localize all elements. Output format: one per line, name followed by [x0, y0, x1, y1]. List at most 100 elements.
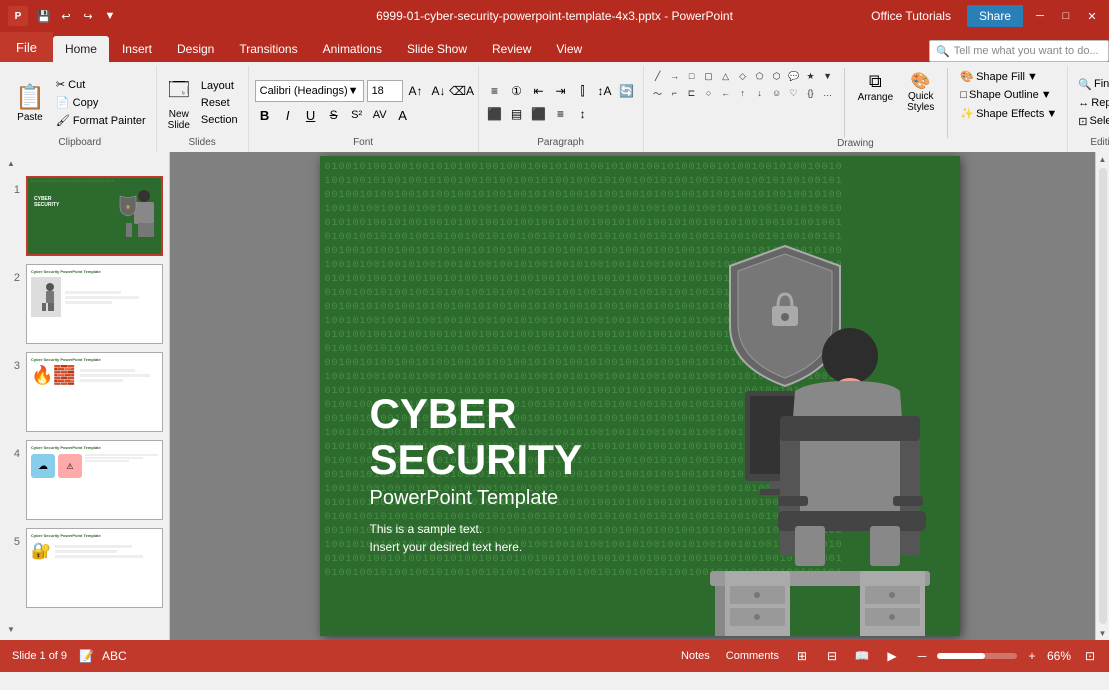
tab-review[interactable]: Review: [480, 36, 543, 62]
slide-thumb-2[interactable]: 2 Cyber Security PowerPoint Template: [4, 262, 165, 346]
shadow-button[interactable]: S²: [347, 105, 367, 125]
cylinder-shape[interactable]: ⊏: [684, 85, 700, 101]
new-slide-button[interactable]: 🗔 New Slide: [163, 72, 195, 134]
clear-format-button[interactable]: ⌫A: [452, 81, 472, 101]
smiley-shape[interactable]: ☺: [769, 85, 785, 101]
callout-shape[interactable]: 💬: [786, 68, 802, 84]
down-arrow-shape[interactable]: ↓: [752, 85, 768, 101]
slide-sorter-button[interactable]: ⊟: [821, 645, 843, 667]
customize-qat-button[interactable]: ▼: [100, 6, 120, 26]
quick-styles-button[interactable]: 🎨 Quick Styles: [902, 68, 939, 116]
curve-shape[interactable]: 〜: [650, 85, 666, 101]
arrange-button[interactable]: ⧉ Arrange: [853, 68, 899, 106]
slide-thumb-5[interactable]: 5 Cyber Security PowerPoint Template 🔐: [4, 526, 165, 610]
paste-button[interactable]: 📋 Paste: [10, 80, 50, 126]
office-tutorials-button[interactable]: Office Tutorials: [863, 7, 959, 25]
zoom-out-button[interactable]: ─: [911, 645, 933, 667]
line-shape[interactable]: ╱: [650, 68, 666, 84]
tab-animations[interactable]: Animations: [311, 36, 394, 62]
font-color-button[interactable]: A: [393, 105, 413, 125]
italic-button[interactable]: I: [278, 105, 298, 125]
elbow-shape[interactable]: ⌐: [667, 85, 683, 101]
up-arrow-shape[interactable]: ↑: [735, 85, 751, 101]
bracket-shape[interactable]: {}: [803, 85, 819, 101]
decrease-indent-button[interactable]: ⇤: [529, 81, 549, 101]
columns-button[interactable]: ⫿: [573, 81, 593, 101]
tab-view[interactable]: View: [544, 36, 594, 62]
zoom-in-button[interactable]: +: [1021, 645, 1043, 667]
star-shape[interactable]: ★: [803, 68, 819, 84]
close-button[interactable]: ✕: [1083, 7, 1101, 25]
rect-shape[interactable]: □: [684, 68, 700, 84]
increase-font-button[interactable]: A↑: [406, 81, 426, 101]
scroll-up-arrow[interactable]: ▲: [1096, 152, 1109, 166]
tab-home[interactable]: Home: [53, 36, 109, 62]
copy-button[interactable]: 📄 Copy: [52, 94, 150, 111]
zoom-slider[interactable]: [937, 653, 1017, 659]
cut-button[interactable]: ✂ Cut: [52, 76, 150, 93]
shape-outline-button[interactable]: □ Shape Outline ▼: [956, 87, 1061, 103]
minimize-button[interactable]: ─: [1031, 7, 1049, 25]
format-painter-button[interactable]: 🖌 Format Painter: [52, 112, 150, 129]
rounded-rect-shape[interactable]: ▢: [701, 68, 717, 84]
slide-thumb-1[interactable]: 1 01001010010010100101001010001001010 CY…: [4, 174, 165, 258]
slide-thumb-4[interactable]: 4 Cyber Security PowerPoint Template ☁ ⚠: [4, 438, 165, 522]
bold-button[interactable]: B: [255, 105, 275, 125]
arrow-shape[interactable]: →: [667, 68, 683, 84]
redo-qat-button[interactable]: ↪: [78, 6, 98, 26]
save-qat-button[interactable]: 💾: [34, 6, 54, 26]
tab-slideshow[interactable]: Slide Show: [395, 36, 479, 62]
shape-effects-button[interactable]: ✨ Shape Effects ▼: [956, 105, 1061, 122]
select-button[interactable]: ⊡ Select ▼: [1074, 113, 1109, 130]
tab-file[interactable]: File: [0, 32, 53, 62]
canvas-scrollbar[interactable]: ▲ ▼: [1095, 152, 1109, 640]
maximize-button[interactable]: □: [1057, 7, 1075, 25]
canvas-area[interactable]: ▲ ▼ 010010100100100101010010010001001010…: [170, 152, 1109, 640]
replace-button[interactable]: ↔ Replace: [1074, 95, 1109, 111]
left-arrow-shape[interactable]: ←: [718, 85, 734, 101]
pentagon-shape[interactable]: ⬠: [752, 68, 768, 84]
align-left-button[interactable]: ⬛: [485, 104, 505, 124]
tab-transitions[interactable]: Transitions: [227, 36, 309, 62]
more-shapes2[interactable]: …: [820, 85, 836, 101]
normal-view-button[interactable]: ⊞: [791, 645, 813, 667]
strikethrough-button[interactable]: S: [324, 105, 344, 125]
reset-button[interactable]: Reset: [197, 95, 242, 111]
share-button[interactable]: Share: [967, 5, 1023, 27]
line-spacing-button[interactable]: ↕: [573, 104, 593, 124]
layout-button[interactable]: Layout: [197, 78, 242, 94]
slide-thumb-3[interactable]: 3 Cyber Security PowerPoint Template 🔥🧱: [4, 350, 165, 434]
font-size-selector[interactable]: 18: [367, 80, 403, 102]
presentation-view-button[interactable]: ▶: [881, 645, 903, 667]
increase-indent-button[interactable]: ⇥: [551, 81, 571, 101]
slide-panel-scroll-down[interactable]: ▼: [4, 622, 18, 636]
shape-fill-button[interactable]: 🎨 Shape Fill ▼: [956, 68, 1061, 85]
comments-button[interactable]: Comments: [722, 648, 783, 664]
tab-insert[interactable]: Insert: [110, 36, 164, 62]
numbering-button[interactable]: ①: [507, 81, 527, 101]
help-search[interactable]: 🔍 Tell me what you want to do...: [929, 40, 1109, 62]
underline-button[interactable]: U: [301, 105, 321, 125]
justify-button[interactable]: ≡: [551, 104, 571, 124]
tab-design[interactable]: Design: [165, 36, 226, 62]
char-spacing-button[interactable]: AV: [370, 105, 390, 125]
heart-shape[interactable]: ♡: [786, 85, 802, 101]
oval-shape[interactable]: ○: [701, 85, 717, 101]
section-button[interactable]: Section: [197, 112, 242, 128]
triangle-shape[interactable]: △: [718, 68, 734, 84]
reading-view-button[interactable]: 📖: [851, 645, 873, 667]
font-name-selector[interactable]: Calibri (Headings) ▼: [255, 80, 364, 102]
notes-button[interactable]: Notes: [677, 648, 714, 664]
convert-smartart-button[interactable]: 🔄: [617, 81, 637, 101]
text-direction-button[interactable]: ↕A: [595, 81, 615, 101]
find-button[interactable]: 🔍 Find: [1074, 76, 1109, 93]
decrease-font-button[interactable]: A↓: [429, 81, 449, 101]
undo-qat-button[interactable]: ↩: [56, 6, 76, 26]
fit-window-button[interactable]: ⊡: [1079, 645, 1101, 667]
more-shapes[interactable]: ▼: [820, 68, 836, 84]
align-right-button[interactable]: ⬛: [529, 104, 549, 124]
align-center-button[interactable]: ▤: [507, 104, 527, 124]
scroll-down-arrow[interactable]: ▼: [1096, 626, 1109, 640]
bullets-button[interactable]: ≡: [485, 81, 505, 101]
diamond-shape[interactable]: ◇: [735, 68, 751, 84]
